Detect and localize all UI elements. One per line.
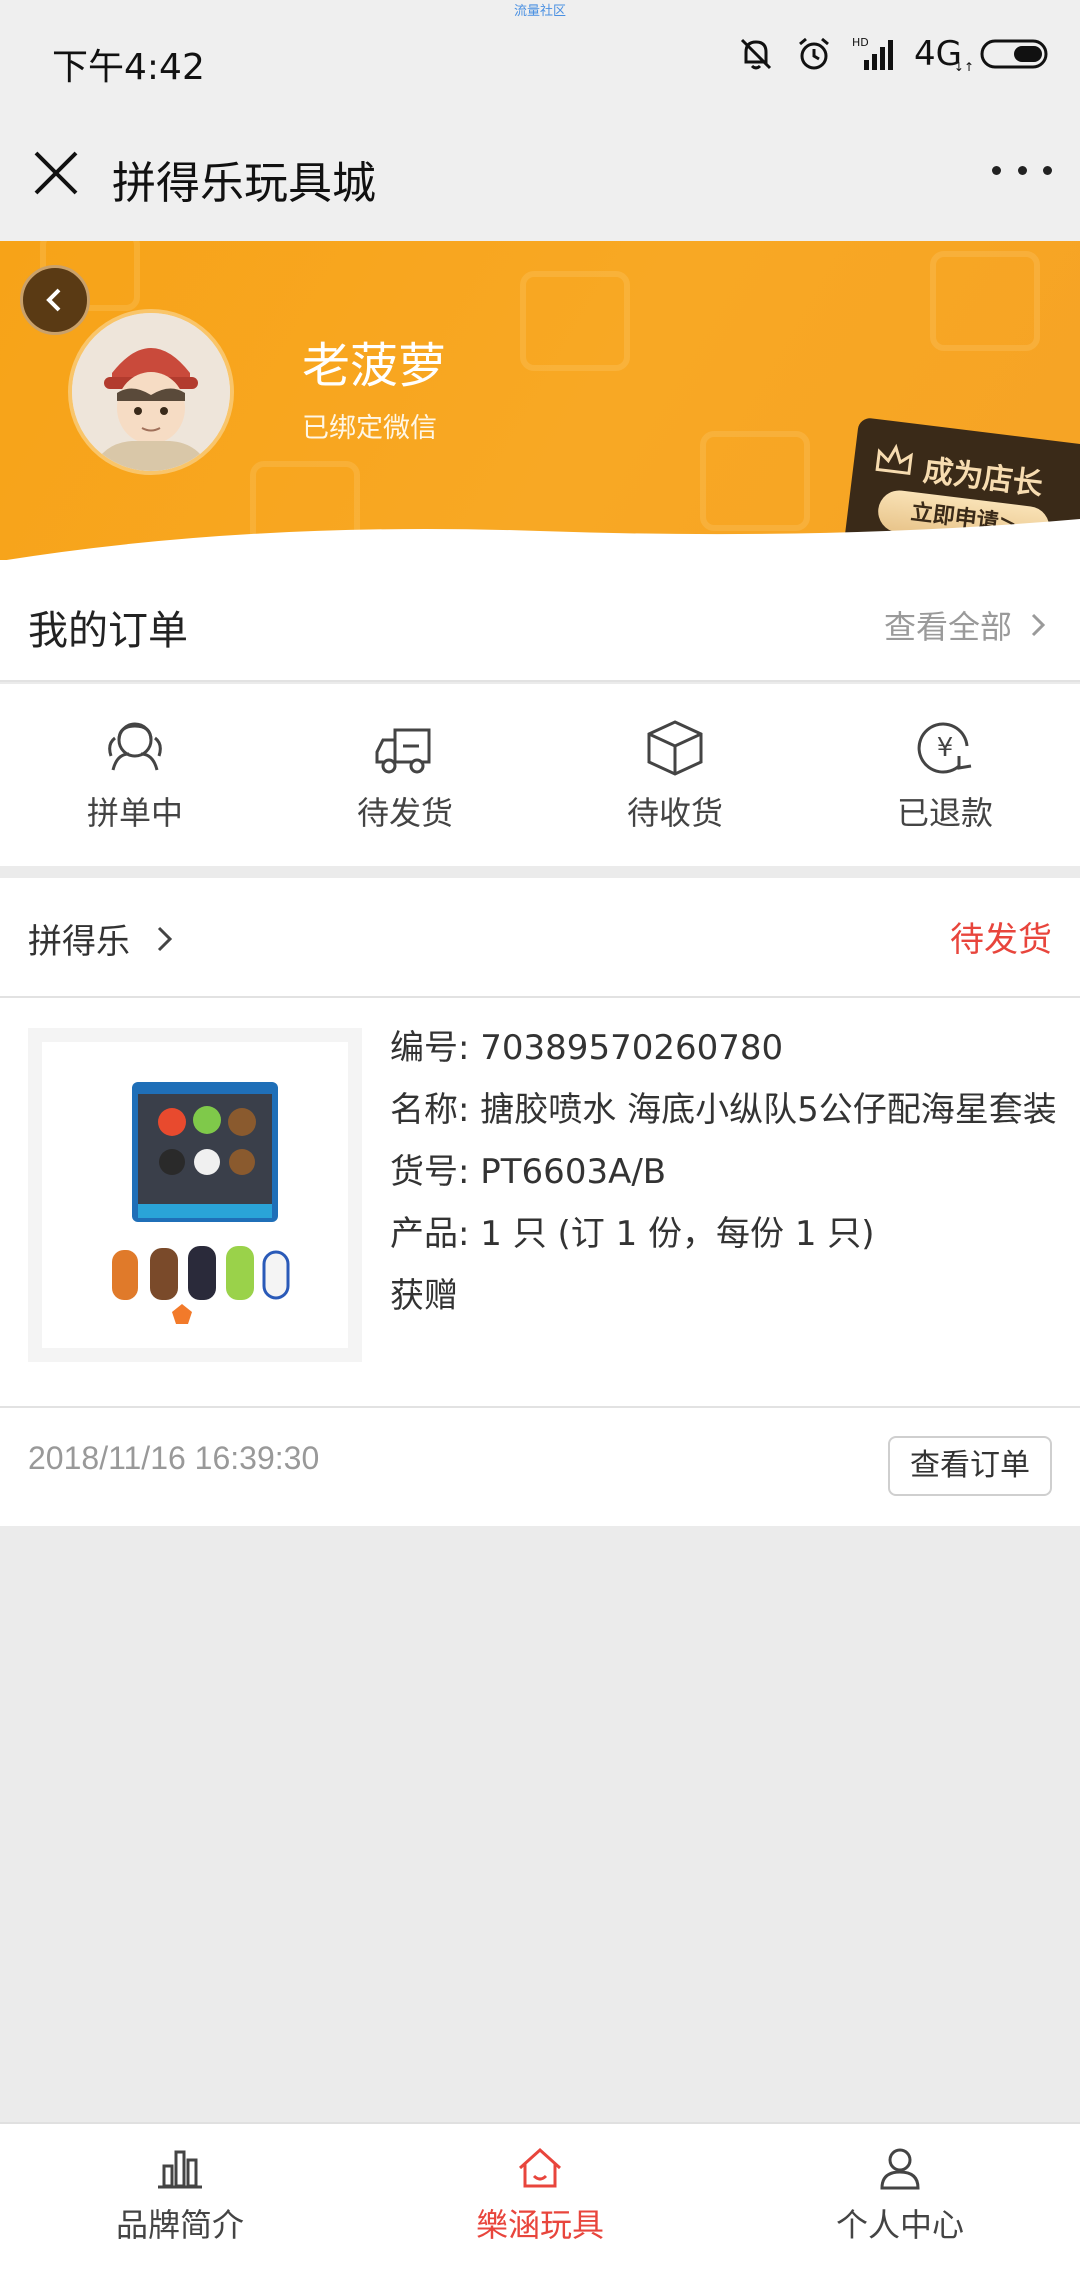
bottom-nav: 品牌简介 樂涵玩具 个人中心 [0, 2122, 1080, 2280]
signal-icon: HD [852, 36, 894, 70]
sku-label: 货号: [390, 1152, 470, 1192]
home-icon [518, 2147, 562, 2188]
order-number: 70389570260780 [480, 1028, 784, 1068]
nav-brand-intro[interactable]: 品牌简介 [0, 2124, 360, 2280]
refund-icon: ¥ [917, 722, 972, 774]
sku-row: 货号: PT6603A/B [390, 1148, 1060, 1196]
order-card-footer: 2018/11/16 16:39:30 查看订单 [0, 1406, 1080, 1526]
order-card: 拼得乐 待发货 编号: 70389570260780 名称: 搪胶喷水 海底小纵… [0, 878, 1080, 1526]
chevron-left-icon [46, 288, 61, 312]
username: 老菠萝 [302, 338, 447, 394]
more-menu-button[interactable] [992, 155, 1052, 185]
gift-row: 获赠 [390, 1272, 1060, 1320]
product-name-row: 名称: 搪胶喷水 海底小纵队5公仔配海星套装 [390, 1086, 1060, 1134]
status-bar: 流量社区 下午4:42 HD 4G ↓↑ [0, 0, 1080, 115]
user-icon [880, 2148, 920, 2190]
nav-home-label: 樂涵玩具 [475, 2206, 604, 2244]
order-card-header: 拼得乐 待发货 [0, 878, 1080, 998]
gift-label: 获赠 [390, 1276, 458, 1316]
tab-grouping[interactable]: 拼单中 [0, 684, 270, 866]
box-icon [647, 720, 703, 776]
hd-label: HD [852, 36, 869, 49]
view-all-orders-link[interactable]: 查看全部 [884, 602, 1046, 648]
alarm-icon [799, 37, 829, 70]
shop-name: 拼得乐 [28, 922, 130, 962]
tab-refunded-label: 已退款 [896, 794, 993, 832]
tab-refunded[interactable]: ¥ 已退款 [810, 684, 1080, 866]
battery-icon [980, 39, 1048, 69]
tab-grouping-label: 拼单中 [86, 794, 183, 832]
product-name-label: 名称: [390, 1090, 470, 1130]
order-status-tabs: 拼单中 待发货 待收货 ¥ 已退款 [0, 684, 1080, 866]
more-dot [992, 165, 1001, 175]
nav-profile[interactable]: 个人中心 [720, 2124, 1080, 2280]
nav-profile-label: 个人中心 [835, 2206, 964, 2244]
svg-text:¥: ¥ [937, 733, 954, 763]
order-status-badge: 待发货 [950, 920, 1052, 960]
view-order-button[interactable]: 查看订单 [888, 1436, 1052, 1496]
view-all-label: 查看全部 [883, 608, 1012, 646]
quantity-label: 产品: [390, 1214, 470, 1254]
crown-icon [875, 443, 913, 476]
product-image[interactable] [28, 1028, 362, 1362]
more-dot [1043, 165, 1052, 175]
order-number-label: 编号: [390, 1028, 470, 1068]
product-name: 搪胶喷水 海底小纵队5公仔配海星套装 [480, 1090, 1057, 1130]
more-dot [1017, 165, 1027, 175]
bind-status: 已绑定微信 [302, 413, 437, 444]
order-details: 编号: 70389570260780 名称: 搪胶喷水 海底小纵队5公仔配海星套… [390, 1024, 1060, 1334]
back-button[interactable] [20, 265, 90, 335]
network-type: 4G ↓↑ [914, 34, 974, 74]
sku-value: PT6603A/B [480, 1152, 667, 1192]
shop-link[interactable]: 拼得乐 [28, 914, 174, 963]
my-orders-header: 我的订单 查看全部 [0, 560, 1080, 682]
product-image-frame [42, 1042, 348, 1348]
title-bar: 拼得乐玩具城 [0, 115, 1080, 241]
toy-set-image [112, 1082, 290, 1324]
order-timestamp: 2018/11/16 16:39:30 [28, 1440, 320, 1476]
chart-icon [158, 2150, 202, 2189]
chevron-right-icon [1031, 613, 1046, 637]
tab-to-ship-label: 待发货 [356, 794, 453, 832]
status-icons: HD 4G ↓↑ [736, 34, 1050, 74]
nav-brand-intro-label: 品牌简介 [115, 2206, 244, 2244]
nav-home[interactable]: 樂涵玩具 [360, 2124, 720, 2280]
tab-to-receive-label: 待收货 [626, 794, 723, 832]
quantity-row: 产品: 1 只 (订 1 份，每份 1 只) [390, 1210, 1060, 1258]
avatar-image [72, 313, 230, 471]
chevron-right-icon [157, 926, 173, 951]
mute-bell-icon [740, 38, 772, 70]
network-arrows: ↓↑ [953, 60, 974, 74]
tab-to-ship[interactable]: 待发货 [270, 684, 540, 866]
status-top-label: 流量社区 [513, 4, 566, 19]
my-orders-title: 我的订单 [28, 608, 188, 654]
quantity-value: 1 只 (订 1 份，每份 1 只) [480, 1214, 875, 1254]
order-number-row: 编号: 70389570260780 [390, 1024, 1060, 1072]
page-title: 拼得乐玩具城 [112, 158, 376, 209]
close-icon[interactable] [28, 145, 84, 201]
profile-banner: 老菠萝 已绑定微信 成为店长 立即申请> [0, 241, 1080, 571]
avatar[interactable] [68, 309, 234, 475]
banner-pattern [930, 251, 1040, 351]
truck-icon [375, 728, 431, 774]
tab-to-receive[interactable]: 待收货 [540, 684, 810, 866]
banner-pattern [520, 271, 630, 371]
group-icon [108, 722, 162, 771]
status-time: 下午4:42 [52, 47, 205, 88]
